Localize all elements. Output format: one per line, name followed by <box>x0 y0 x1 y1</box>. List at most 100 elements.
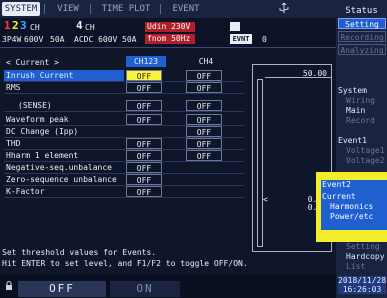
function-key-bar: OFF ON <box>0 275 387 298</box>
status-title: Status <box>345 6 378 16</box>
key-lock-icon <box>4 281 14 294</box>
threshold-row[interactable]: Hharm 1 element OFF OFF <box>4 150 244 161</box>
ch4-current-range: 50A <box>122 35 137 44</box>
f1-off-button[interactable]: OFF <box>18 281 106 297</box>
row-label: Inrush Current <box>4 70 124 81</box>
menu-record[interactable]: Record <box>346 116 375 126</box>
top-tab-bar: SYSTEM VIEW TIME PLOT EVENT <box>0 0 336 18</box>
meter-divider <box>265 77 331 78</box>
row-label: Negative-seq.unbalance <box>6 163 112 172</box>
help-line-2: Hit ENTER to set level, and F1/F2 to tog… <box>2 259 248 268</box>
threshold-row[interactable]: Inrush Current OFF OFF <box>4 70 244 81</box>
ch123-toggle[interactable]: OFF <box>126 70 162 81</box>
ch123-toggle[interactable]: OFF <box>126 150 162 161</box>
voltage-range: 600V <box>24 35 44 44</box>
ch123-toggle[interactable]: OFF <box>126 186 162 197</box>
channel-unit: CH <box>30 23 40 32</box>
ch123-toggle[interactable]: OFF <box>126 100 162 111</box>
channel-2-indicator: 2 <box>12 19 19 32</box>
ch123-toggle[interactable]: OFF <box>126 174 162 185</box>
status-setting-button[interactable]: Setting <box>338 18 386 29</box>
status-analyzing-button[interactable]: Analyzing <box>338 44 386 55</box>
wiring-mode: 3P4W <box>2 35 22 44</box>
threshold-row[interactable]: Negative-seq.unbalance OFF <box>4 162 244 173</box>
help-line-1: Set threshold values for Events. <box>2 248 157 257</box>
ch4-range: ACDC 600V <box>74 35 118 44</box>
row-label: Hharm 1 element <box>6 151 79 160</box>
threshold-row[interactable]: Waveform peak OFF OFF <box>4 114 244 125</box>
menu-system[interactable]: System <box>338 86 367 96</box>
ch4-toggle[interactable]: OFF <box>186 114 222 125</box>
current-range: 50A <box>50 35 65 44</box>
fnom-indicator: fnom 50Hz <box>145 34 195 44</box>
menu-harmonics[interactable]: Harmonics <box>330 202 373 212</box>
row-divider <box>4 197 244 198</box>
menu-event1[interactable]: Event1 <box>338 136 367 146</box>
meter-bar <box>257 79 263 247</box>
row-label: Waveform peak <box>6 115 69 124</box>
menu-voltage2[interactable]: Voltage2 <box>346 156 385 166</box>
row-label: Zero-sequence unbalance <box>6 175 117 184</box>
f2-on-button[interactable]: ON <box>110 281 180 297</box>
ch4-toggle[interactable]: OFF <box>186 150 222 161</box>
threshold-row[interactable]: (SENSE) OFF OFF <box>4 100 244 111</box>
instrument-screen: SYSTEM VIEW TIME PLOT EVENT 1 2 3 CH 4 C… <box>0 0 387 298</box>
row-label: DC Change (Ipp) <box>6 127 79 136</box>
ch4-toggle[interactable]: OFF <box>186 70 222 81</box>
threshold-row[interactable]: K-Factor OFF <box>4 186 244 197</box>
usb-icon <box>275 2 293 14</box>
event-count: 0 <box>262 35 267 44</box>
event-badge: EVNT <box>230 34 252 44</box>
right-side-panel: Status Setting Recording Analyzing Syste… <box>336 0 387 298</box>
tab-event[interactable]: EVENT <box>166 2 206 16</box>
menu-power-etc[interactable]: Power/etc <box>330 212 373 222</box>
help-message: Set threshold values for Events. Hit ENT… <box>2 247 332 269</box>
ch123-toggle[interactable]: OFF <box>126 114 162 125</box>
tab-divider <box>44 4 45 14</box>
tab-divider <box>90 4 91 14</box>
threshold-row[interactable]: RMS OFF OFF <box>4 82 244 93</box>
date-text: 2018/11/28 <box>338 276 387 285</box>
tab-divider <box>160 4 161 14</box>
channel-3-indicator: 3 <box>20 19 27 32</box>
column-header-ch123[interactable]: CH123 <box>126 56 166 67</box>
ch4-toggle[interactable]: OFF <box>186 138 222 149</box>
menu-wiring[interactable]: Wiring <box>346 96 375 106</box>
row-label: (SENSE) <box>18 101 52 110</box>
ch123-toggle[interactable]: OFF <box>126 138 162 149</box>
column-header-ch4[interactable]: CH4 <box>186 56 226 67</box>
row-divider <box>4 111 244 112</box>
row-divider <box>4 93 244 94</box>
menu-voltage1[interactable]: Voltage1 <box>346 146 385 156</box>
ch4-toggle[interactable]: OFF <box>186 82 222 93</box>
ch4-toggle[interactable]: OFF <box>186 126 222 137</box>
menu-hardcopy[interactable]: Hardcopy <box>346 252 385 262</box>
tab-view[interactable]: VIEW <box>50 2 86 16</box>
menu-main[interactable]: Main <box>346 106 365 116</box>
menu-list[interactable]: List <box>346 262 365 272</box>
menu-event2[interactable]: Event2 <box>322 180 351 190</box>
threshold-row[interactable]: Zero-sequence unbalance OFF <box>4 174 244 185</box>
channel-1-indicator: 1 <box>4 19 11 32</box>
tab-system[interactable]: SYSTEM <box>2 2 40 16</box>
section-label: < Current > <box>6 58 59 67</box>
datetime-display: 2018/11/28 16:26:03 <box>338 276 386 294</box>
row-label: RMS <box>6 83 21 92</box>
channel-4-indicator: 4 <box>76 19 83 32</box>
threshold-row[interactable]: DC Change (Ipp) OFF <box>4 126 244 137</box>
threshold-row[interactable]: THD OFF OFF <box>4 138 244 149</box>
menu-current[interactable]: Current <box>322 192 356 202</box>
row-label: THD <box>6 139 21 148</box>
status-grid-icon <box>230 22 240 31</box>
row-label: K-Factor <box>6 187 45 196</box>
channel-4-unit: CH <box>85 23 95 32</box>
time-text: 16:26:03 <box>342 285 382 294</box>
ch123-toggle[interactable]: OFF <box>126 82 162 93</box>
ch4-toggle[interactable]: OFF <box>186 100 222 111</box>
tab-time-plot[interactable]: TIME PLOT <box>96 2 156 16</box>
channel-info-strip: 1 2 3 CH 4 CH 3P4W 600V 50A ACDC 600V 50… <box>0 18 336 48</box>
ch123-toggle[interactable]: OFF <box>126 162 162 173</box>
udin-indicator: Udin 230V <box>145 22 195 32</box>
status-recording-button[interactable]: Recording <box>338 31 386 42</box>
menu-setting[interactable]: Setting <box>346 242 380 252</box>
